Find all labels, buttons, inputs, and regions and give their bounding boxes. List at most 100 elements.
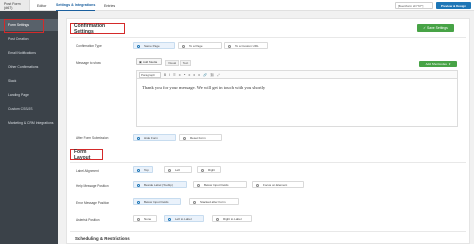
label-alignment-right[interactable]: Right bbox=[197, 166, 221, 173]
option-label: Reset Form bbox=[190, 135, 206, 140]
after-submission-reset-form[interactable]: Reset Form bbox=[179, 134, 222, 141]
option-label: Stacked after Form bbox=[200, 199, 226, 204]
radio-icon bbox=[168, 169, 171, 172]
error-position-stacked-after-form[interactable]: Stacked after Form bbox=[189, 198, 239, 205]
save-settings-button[interactable]: ✓ Save Settings bbox=[417, 24, 454, 32]
shortcode-copy[interactable]: [fluentform id="67"] bbox=[395, 2, 433, 9]
tab-visual[interactable]: Visual bbox=[165, 60, 179, 66]
tab-editor[interactable]: Editor bbox=[37, 0, 46, 11]
radio-icon bbox=[256, 184, 259, 187]
after-submission-hide-form[interactable]: Hide Form bbox=[133, 134, 176, 141]
help-message-position-label: Help Message Position bbox=[76, 184, 109, 188]
option-label: None bbox=[144, 216, 152, 221]
help-position-beside-label[interactable]: Beside Label (Tooltip) bbox=[133, 181, 187, 188]
numbered-list-icon[interactable]: ≡ bbox=[179, 73, 181, 77]
chevron-down-icon: ▾ bbox=[448, 62, 451, 66]
add-media-button[interactable]: ▣ Add Media bbox=[136, 58, 162, 65]
divider bbox=[70, 162, 466, 163]
blockquote-icon[interactable]: ❝ bbox=[184, 73, 186, 77]
asterisk-right-to-label[interactable]: Right to Label bbox=[212, 215, 252, 222]
message-to-show-label: Message to show bbox=[76, 61, 101, 65]
option-label: Focus on Element bbox=[263, 182, 288, 187]
bold-icon[interactable]: B bbox=[164, 73, 166, 77]
label-alignment-top[interactable]: Top bbox=[133, 166, 153, 173]
italic-icon[interactable]: I bbox=[169, 73, 170, 77]
radio-selected-icon bbox=[137, 184, 140, 187]
option-label: Right to Label bbox=[223, 216, 242, 221]
sidebar-item-post-creation[interactable]: Post Creation bbox=[0, 33, 58, 45]
asterisk-left-to-label[interactable]: Left to Label bbox=[164, 215, 204, 222]
radio-icon bbox=[137, 218, 140, 221]
settings-panel bbox=[66, 18, 470, 244]
align-right-icon[interactable]: ≡ bbox=[198, 73, 200, 77]
radio-icon bbox=[201, 169, 204, 172]
align-left-icon[interactable]: ≡ bbox=[188, 73, 190, 77]
message-editor[interactable]: Thank you for your message. We will get … bbox=[136, 78, 458, 127]
save-icon: ✓ bbox=[423, 26, 426, 30]
label-alignment-left[interactable]: Left bbox=[164, 166, 192, 173]
editor-toolbar: Paragraph B I ☰ ≡ ❝ ≡ ≡ ≡ 🔗 ⛓ ⤢ bbox=[136, 70, 458, 78]
link-icon[interactable]: 🔗 bbox=[203, 73, 207, 77]
align-center-icon[interactable]: ≡ bbox=[193, 73, 195, 77]
format-select[interactable]: Paragraph bbox=[139, 71, 161, 78]
confirmation-type-to-page[interactable]: To a Page bbox=[178, 42, 222, 49]
option-label: Beside Label (Tooltip) bbox=[144, 182, 173, 187]
sidebar-item-marketing-crm[interactable]: Marketing & CRM Integrations bbox=[0, 117, 58, 129]
tab-settings-integrations[interactable]: Settings & Integrations bbox=[56, 0, 96, 11]
fullscreen-icon[interactable]: ⤢ bbox=[217, 73, 220, 77]
option-label: Left bbox=[175, 167, 181, 172]
tab-text[interactable]: Text bbox=[180, 60, 191, 66]
sidebar-item-email-notifications[interactable]: Email Notifications bbox=[0, 47, 58, 59]
option-label: To a Page bbox=[189, 43, 203, 48]
form-title[interactable]: Post Form (#67) bbox=[0, 0, 30, 11]
radio-selected-icon bbox=[137, 201, 140, 204]
scheduling-restrictions-heading: Scheduling & Restrictions bbox=[75, 236, 130, 241]
settings-sidebar: Form Settings Post Creation Email Notifi… bbox=[0, 11, 58, 244]
tab-entries[interactable]: Entries bbox=[104, 0, 115, 11]
add-media-label: Add Media bbox=[142, 59, 158, 64]
format-select-value: Paragraph bbox=[141, 72, 156, 77]
radio-selected-icon bbox=[137, 137, 140, 140]
radio-selected-icon bbox=[168, 218, 171, 221]
radio-icon bbox=[228, 45, 231, 48]
label-alignment-label: Label Alignment bbox=[76, 169, 99, 173]
bullet-list-icon[interactable]: ☰ bbox=[173, 73, 176, 77]
after-submission-label: After Form Submission bbox=[76, 136, 109, 140]
sidebar-item-landing-page[interactable]: Landing Page bbox=[0, 89, 58, 101]
option-label: Left to Label bbox=[175, 216, 192, 221]
message-text: Thank you for your message. We will get … bbox=[142, 85, 266, 90]
form-layout-heading: Form Layout bbox=[70, 149, 103, 161]
option-label: Hide Form bbox=[144, 135, 159, 140]
radio-selected-icon bbox=[137, 45, 140, 48]
divider bbox=[70, 37, 466, 38]
help-position-below-input[interactable]: Below Input Fields bbox=[193, 181, 247, 188]
option-label: To a Custom URL bbox=[235, 43, 259, 48]
asterisk-none[interactable]: None bbox=[133, 215, 157, 222]
confirmation-type-same-page[interactable]: Same Page bbox=[133, 42, 175, 49]
error-position-below-input[interactable]: Below Input Fields bbox=[133, 198, 181, 205]
divider bbox=[70, 231, 466, 232]
save-settings-label: Save Settings bbox=[426, 26, 448, 30]
radio-icon bbox=[193, 201, 196, 204]
confirmation-type-custom-url[interactable]: To a Custom URL bbox=[224, 42, 268, 49]
sidebar-item-slack[interactable]: Slack bbox=[0, 75, 58, 87]
add-shortcodes-label: Add Shortcodes bbox=[425, 62, 447, 66]
confirmation-settings-heading: Confirmation Settings bbox=[70, 23, 125, 35]
sidebar-item-other-confirmations[interactable]: Other Confirmations bbox=[0, 61, 58, 73]
help-position-focus-element[interactable]: Focus on Element bbox=[252, 181, 304, 188]
radio-icon bbox=[182, 45, 185, 48]
unlink-icon[interactable]: ⛓ bbox=[210, 73, 214, 77]
error-message-position-label: Error Message Position bbox=[76, 201, 110, 205]
radio-icon bbox=[183, 137, 186, 140]
radio-selected-icon bbox=[137, 169, 140, 172]
preview-design-button[interactable]: Preview & Design bbox=[436, 2, 471, 9]
option-label: Below Input Fields bbox=[144, 199, 169, 204]
option-label: Top bbox=[144, 167, 149, 172]
sidebar-item-form-settings[interactable]: Form Settings bbox=[0, 19, 58, 33]
radio-icon bbox=[216, 218, 219, 221]
sidebar-item-custom-css-js[interactable]: Custom CSS/JS bbox=[0, 103, 58, 115]
media-icon: ▣ bbox=[139, 59, 142, 64]
option-label: Right bbox=[208, 167, 216, 172]
add-shortcodes-button[interactable]: Add Shortcodes ▾ bbox=[419, 61, 457, 67]
top-bar: Post Form (#67) Editor Settings & Integr… bbox=[0, 0, 474, 11]
